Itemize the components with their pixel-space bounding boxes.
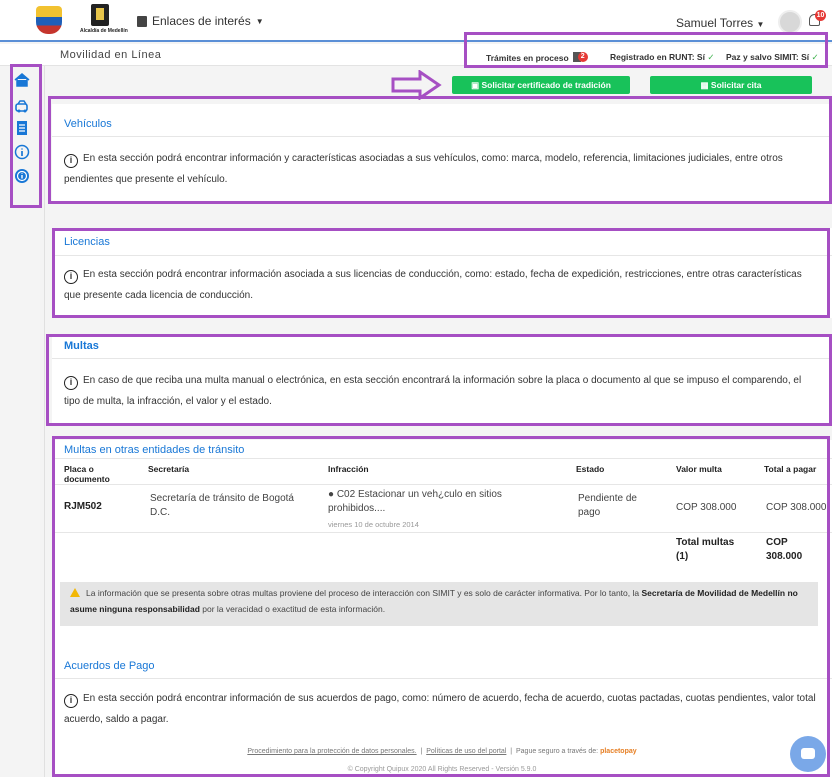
camera-icon: ●: [328, 489, 335, 500]
certificado-label: Solicitar certificado de tradición: [481, 80, 611, 90]
warning-icon: [70, 588, 80, 597]
warning-text-end: por la veracidad o exactitud de esta inf…: [202, 604, 386, 614]
info-filled-icon[interactable]: [14, 168, 30, 184]
infraccion-date: viernes 10 de octubre 2014: [328, 520, 419, 529]
divider: [52, 358, 832, 359]
footer: Procedimiento para la protección de dato…: [247, 748, 637, 755]
building-small-icon: [137, 15, 147, 27]
info-icon: i: [64, 270, 78, 284]
user-menu[interactable]: Samuel Torres ▼: [676, 16, 764, 30]
building-icon: [91, 4, 109, 26]
divider: [52, 532, 832, 533]
notification-badge: 10: [815, 10, 826, 21]
cita-label: Solicitar cita: [710, 80, 762, 90]
avatar[interactable]: [778, 10, 802, 34]
info-icon: i: [64, 154, 78, 168]
multas-title[interactable]: Multas: [64, 340, 99, 352]
column-header: Secretaría: [148, 464, 190, 474]
simit-status: Paz y salvo SIMIT: Sí ✓: [726, 52, 819, 63]
multas-section: Multas i En caso de que reciba una multa …: [52, 334, 832, 426]
car-icon[interactable]: [14, 98, 30, 114]
runt-status: Registrado en RUNT: Sí ✓: [610, 52, 714, 63]
vehiculos-section: Vehículos i En esta sección podrá encontr…: [52, 104, 832, 204]
infraccion-text: C02 Estacionar un veh¿culo en sitios pro…: [328, 489, 502, 514]
user-name: Samuel Torres: [676, 16, 754, 30]
check-icon: ✓: [707, 52, 715, 62]
placa-cell: RJM502: [64, 501, 102, 512]
tramites-label: Trámites en proceso: [486, 53, 569, 63]
divider: [52, 458, 832, 459]
estado-cell: Pendiente de pago: [578, 493, 637, 518]
total-multas-label: Total multas (1): [676, 537, 735, 562]
copyright: © Copyright Quipux 2020 All Rights Reser…: [347, 766, 537, 773]
vehiculos-description: i En esta sección podrá encontrar informa…: [64, 148, 818, 190]
column-header: Valor multa: [676, 464, 722, 474]
page-title: Movilidad en Línea: [60, 49, 162, 61]
document-icon[interactable]: [14, 120, 30, 136]
datos-personales-link[interactable]: Procedimiento para la protección de dato…: [247, 748, 416, 755]
alcaldia-logo[interactable]: Alcaldía de Medellín: [80, 4, 128, 38]
simit-label: Paz y salvo SIMIT: Sí: [726, 52, 810, 62]
multas-description: i En caso de que reciba una multa manual …: [64, 370, 818, 412]
arrow-right-icon: [391, 70, 442, 100]
column-header: Infracción: [328, 464, 369, 474]
divider: [52, 255, 832, 256]
multas-text: En caso de que reciba una multa manual o…: [64, 375, 802, 407]
runt-label: Registrado en RUNT: Sí: [610, 52, 705, 62]
vehiculos-text: En esta sección podrá encontrar informac…: [64, 153, 783, 185]
top-navbar: Alcaldía de Medellín Enlaces de interés …: [0, 0, 832, 42]
vehiculos-title[interactable]: Vehículos: [64, 118, 112, 130]
tramites-status[interactable]: Trámites en proceso 2: [486, 52, 588, 63]
licencias-section: Licencias i En esta sección podrá encontr…: [52, 228, 832, 318]
politicas-link[interactable]: Políticas de uso del portal: [426, 748, 506, 755]
colombia-shield-logo: [36, 6, 62, 34]
chat-bot-button[interactable]: [790, 736, 826, 772]
divider: [52, 136, 832, 137]
acuerdos-text: En esta sección podrá encontrar informac…: [64, 693, 816, 725]
alcaldia-logo-text: Alcaldía de Medellín: [80, 28, 128, 34]
tramites-badge: 2: [577, 52, 588, 62]
total-cell: COP 308.000: [766, 502, 827, 513]
caret-down-icon: ▼: [756, 20, 765, 29]
solicitar-certificado-button[interactable]: ▣ Solicitar certificado de tradición: [452, 76, 630, 94]
otras-title[interactable]: Multas en otras entidades de tránsito: [64, 444, 244, 456]
licencias-description: i En esta sección podrá encontrar informa…: [64, 264, 818, 306]
notifications-bell[interactable]: 10: [808, 10, 826, 28]
licencias-text: En esta sección podrá encontrar informac…: [64, 269, 802, 301]
solicitar-cita-button[interactable]: ▦ Solicitar cita: [650, 76, 812, 94]
warning-text: La información que se presenta sobre otr…: [86, 588, 640, 598]
check-icon: ✓: [811, 52, 819, 62]
enlaces-label: Enlaces de interés: [152, 14, 251, 28]
licencias-title[interactable]: Licencias: [64, 236, 110, 248]
placetopay-logo[interactable]: placetopay: [600, 748, 637, 755]
info-icon: i: [64, 376, 78, 390]
info-icon: i: [64, 694, 78, 708]
divider: [52, 678, 832, 679]
sidebar-divider: [44, 66, 45, 777]
total-multas-value: COP 308.000: [766, 537, 803, 562]
acuerdos-title[interactable]: Acuerdos de Pago: [64, 660, 155, 672]
divider: [52, 484, 832, 485]
simit-warning: La información que se presenta sobre otr…: [60, 582, 818, 626]
caret-down-icon: ▼: [255, 16, 264, 26]
column-header: Placa o documento: [64, 464, 110, 484]
info-outline-icon[interactable]: [14, 144, 30, 160]
column-header: Total a pagar: [764, 464, 817, 474]
acuerdos-description: i En esta sección podrá encontrar informa…: [64, 688, 818, 730]
infraccion-cell: ● C02 Estacionar un veh¿culo en sitios p…: [328, 488, 528, 516]
secretaria-cell: Secretaría de tránsito de Bogotá D.C.: [150, 493, 294, 518]
home-icon[interactable]: [14, 72, 30, 88]
enlaces-dropdown[interactable]: Enlaces de interés ▼: [137, 14, 264, 28]
column-header: Estado: [576, 464, 605, 474]
pay-text: Pague seguro a través de:: [516, 748, 599, 755]
sub-navbar: Movilidad en Línea Trámites en proceso 2 …: [0, 44, 832, 66]
valor-cell: COP 308.000: [676, 502, 737, 513]
